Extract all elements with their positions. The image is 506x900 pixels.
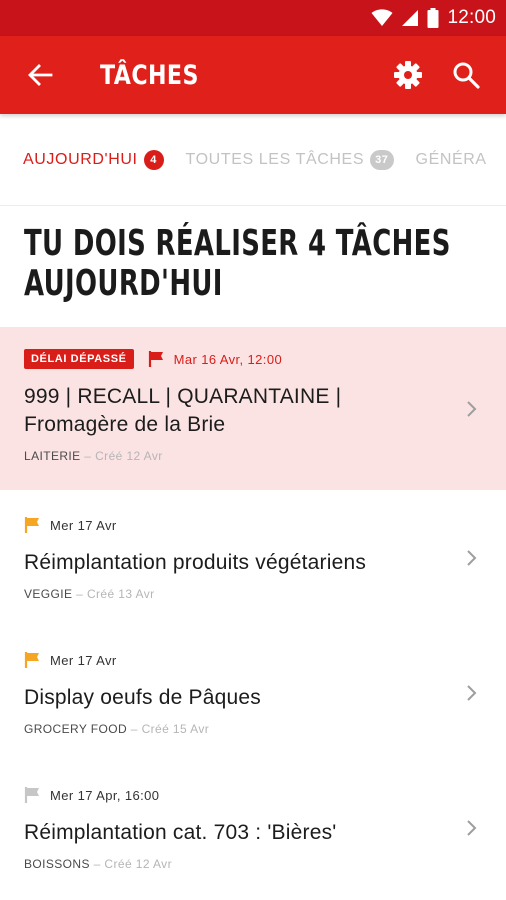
- search-button[interactable]: [444, 53, 488, 97]
- chevron-right-icon: [462, 818, 482, 838]
- task-created-date: – Créé 12 Avr: [80, 449, 163, 463]
- tab-label: AUJOURD'HUI: [23, 150, 138, 168]
- task-created-date: – Créé 15 Avr: [127, 722, 210, 736]
- summary-title-line2: AUJOURD'HUI: [24, 263, 223, 304]
- app-bar: TÂCHES: [0, 36, 506, 114]
- arrow-left-icon: [28, 64, 53, 86]
- task-category-label: GROCERY FOOD: [24, 722, 128, 736]
- task-created-date: – Créé 12 Avr: [89, 857, 172, 871]
- wifi-icon: [371, 9, 393, 27]
- task-title: Display oeufs de Pâques: [24, 686, 261, 709]
- search-icon: [453, 62, 480, 89]
- flag-icon: [24, 786, 42, 804]
- tab-today[interactable]: AUJOURD'HUI 4: [23, 149, 164, 170]
- task-category: LAITERIE – Créé 12 Avr: [24, 449, 482, 463]
- task-meta: Mer 17 Avr: [24, 651, 482, 669]
- chevron-right-icon: [462, 548, 482, 568]
- flag-icon: [24, 651, 42, 669]
- task-category-label: VEGGIE: [24, 587, 73, 601]
- task-title-line2: Fromagère de la Brie: [24, 413, 226, 436]
- page-title: TÂCHES: [100, 59, 199, 91]
- task-title-line1: 999 | RECALL | QUARANTAINE |: [24, 385, 342, 408]
- task-category: VEGGIE – Créé 13 Avr: [24, 587, 482, 601]
- battery-icon: [427, 8, 439, 28]
- task-item[interactable]: Mer 17 Apr, 16:00 Réimplantation cat. 70…: [0, 760, 506, 900]
- chevron-right-icon: [462, 683, 482, 703]
- tab-count-badge: 4: [143, 149, 164, 170]
- task-category-label: LAITERIE: [24, 449, 81, 463]
- task-item[interactable]: Mer 17 Avr Display oeufs de Pâques GROCE…: [0, 625, 506, 760]
- flag-icon: [148, 350, 166, 368]
- summary-title-line1: TU DOIS RÉALISER 4 TÂCHES: [24, 223, 451, 264]
- tab-label: GÉNÉRA: [415, 150, 487, 168]
- settings-button[interactable]: [386, 53, 430, 97]
- signal-icon: [401, 9, 419, 27]
- task-category: BOISSONS – Créé 12 Avr: [24, 857, 482, 871]
- task-title: 999 | RECALL | QUARANTAINE | Fromagère d…: [24, 383, 482, 439]
- summary-heading: TU DOIS RÉALISER 4 TÂCHES AUJOURD'HUI: [0, 206, 506, 327]
- task-category: GROCERY FOOD – Créé 15 Avr: [24, 722, 482, 736]
- task-meta: DÉLAI DÉPASSÉ Mar 16 Avr, 12:00: [24, 349, 482, 369]
- flag-icon: [24, 516, 42, 534]
- task-title: Réimplantation cat. 703 : 'Bières': [24, 821, 337, 844]
- task-due-date: Mer 17 Avr: [50, 517, 117, 533]
- overdue-badge: DÉLAI DÉPASSÉ: [24, 349, 134, 369]
- tab-all-tasks[interactable]: TOUTES LES TÂCHES 37: [185, 149, 394, 170]
- task-category-label: BOISSONS: [24, 857, 90, 871]
- tab-count-badge: 37: [370, 149, 394, 170]
- task-title: Réimplantation produits végétariens: [24, 551, 367, 574]
- tab-general[interactable]: GÉNÉRA: [416, 151, 487, 169]
- task-due-date: Mar 16 Avr, 12:00: [173, 351, 283, 367]
- gear-icon: [394, 61, 422, 89]
- task-item[interactable]: DÉLAI DÉPASSÉ Mar 16 Avr, 12:00 999 | RE…: [0, 327, 506, 490]
- task-due-date: Mer 17 Apr, 16:00: [50, 787, 160, 803]
- summary-title: TU DOIS RÉALISER 4 TÂCHES AUJOURD'HUI: [24, 224, 470, 304]
- task-created-date: – Créé 13 Avr: [72, 587, 155, 601]
- task-meta: Mer 17 Apr, 16:00: [24, 786, 482, 804]
- task-meta: Mer 17 Avr: [24, 516, 482, 534]
- tab-label: TOUTES LES TÂCHES: [185, 150, 365, 168]
- status-time: 12:00: [447, 7, 496, 28]
- tab-bar: AUJOURD'HUI 4 TOUTES LES TÂCHES 37 GÉNÉR…: [0, 114, 506, 206]
- task-due-date: Mer 17 Avr: [50, 652, 117, 668]
- chevron-right-icon: [462, 399, 482, 419]
- back-button[interactable]: [24, 59, 56, 91]
- status-bar: 12:00: [0, 0, 506, 36]
- task-item[interactable]: Mer 17 Avr Réimplantation produits végét…: [0, 490, 506, 625]
